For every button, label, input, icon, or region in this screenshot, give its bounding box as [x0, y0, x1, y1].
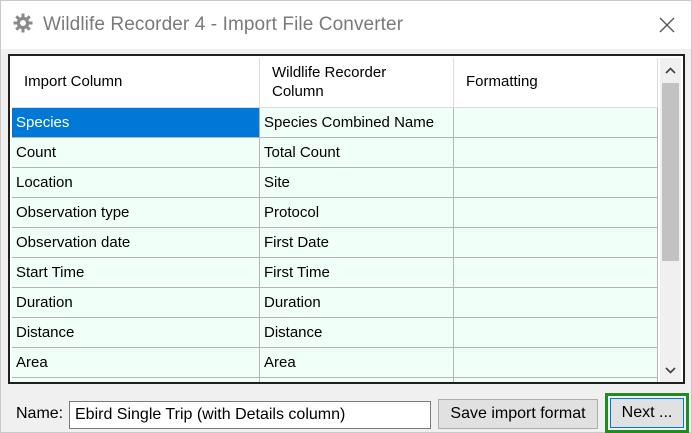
table-row[interactable]: Distance Distance: [12, 318, 658, 348]
cell-wildlife-recorder-column[interactable]: First Date: [260, 228, 454, 258]
cell-formatting[interactable]: [454, 168, 658, 198]
column-header-import[interactable]: Import Column: [12, 58, 260, 108]
name-label: Name:: [16, 405, 64, 422]
table-row[interactable]: Duration Duration: [12, 288, 658, 318]
cell-wildlife-recorder-column[interactable]: Species Combined Name: [260, 108, 454, 138]
column-header-formatting[interactable]: Formatting: [454, 58, 658, 108]
cell-formatting[interactable]: [454, 228, 658, 258]
column-header-wildlife-recorder[interactable]: Wildlife Recorder Column: [260, 58, 454, 108]
cell-formatting[interactable]: [454, 378, 658, 382]
table-row[interactable]: Observation date First Date: [12, 228, 658, 258]
grid-header-row: Import Column Wildlife Recorder Column F…: [12, 58, 658, 108]
cell-wildlife-recorder-column[interactable]: Distance: [260, 318, 454, 348]
cell-import-column[interactable]: Location: [12, 168, 260, 198]
cell-formatting[interactable]: [454, 108, 658, 138]
cell-import-column[interactable]: Area: [12, 348, 260, 378]
cell-formatting[interactable]: [454, 348, 658, 378]
cell-wildlife-recorder-column[interactable]: [260, 378, 454, 382]
cell-formatting[interactable]: [454, 198, 658, 228]
cell-wildlife-recorder-column[interactable]: Protocol: [260, 198, 454, 228]
table-row[interactable]: [12, 378, 658, 382]
table-row[interactable]: Start Time First Time: [12, 258, 658, 288]
cell-formatting[interactable]: [454, 288, 658, 318]
scrollbar-thumb[interactable]: [662, 83, 679, 261]
table-row[interactable]: Count Total Count: [12, 138, 658, 168]
grid-body: Import Column Wildlife Recorder Column F…: [12, 58, 662, 382]
cell-import-column[interactable]: Count: [12, 138, 260, 168]
cell-wildlife-recorder-column[interactable]: First Time: [260, 258, 454, 288]
table-row[interactable]: Observation type Protocol: [12, 198, 658, 228]
chevron-up-icon: [665, 66, 676, 74]
save-import-format-button[interactable]: Save import format: [438, 399, 598, 429]
close-button[interactable]: [643, 1, 691, 49]
cell-import-column[interactable]: Duration: [12, 288, 260, 318]
cell-import-column[interactable]: Start Time: [12, 258, 260, 288]
cell-formatting[interactable]: [454, 138, 658, 168]
cell-formatting[interactable]: [454, 318, 658, 348]
chevron-down-icon: [665, 366, 676, 374]
close-icon: [659, 17, 675, 33]
cell-import-column[interactable]: Distance: [12, 318, 260, 348]
name-input[interactable]: [69, 401, 431, 429]
import-converter-window: Wildlife Recorder 4 - Import File Conver…: [0, 0, 692, 433]
window-title: Wildlife Recorder 4 - Import File Conver…: [43, 14, 404, 35]
table-row[interactable]: Location Site: [12, 168, 658, 198]
cell-wildlife-recorder-column[interactable]: Site: [260, 168, 454, 198]
cell-formatting[interactable]: [454, 258, 658, 288]
column-mapping-grid: Import Column Wildlife Recorder Column F…: [8, 54, 685, 384]
cell-wildlife-recorder-column[interactable]: Area: [260, 348, 454, 378]
cell-wildlife-recorder-column[interactable]: Total Count: [260, 138, 454, 168]
cell-import-column[interactable]: Observation type: [12, 198, 260, 228]
scroll-up-button[interactable]: [660, 58, 681, 82]
cell-import-column[interactable]: [12, 378, 260, 382]
cell-import-column[interactable]: Species: [12, 108, 260, 138]
title-bar: Wildlife Recorder 4 - Import File Conver…: [1, 1, 691, 49]
gear-icon: [13, 13, 33, 33]
table-row[interactable]: Species Species Combined Name: [12, 108, 658, 138]
cell-wildlife-recorder-column[interactable]: Duration: [260, 288, 454, 318]
vertical-scrollbar[interactable]: [660, 58, 681, 382]
scroll-down-button[interactable]: [660, 358, 681, 382]
table-row[interactable]: Area Area: [12, 348, 658, 378]
next-button[interactable]: Next ...: [610, 398, 684, 428]
cell-import-column[interactable]: Observation date: [12, 228, 260, 258]
